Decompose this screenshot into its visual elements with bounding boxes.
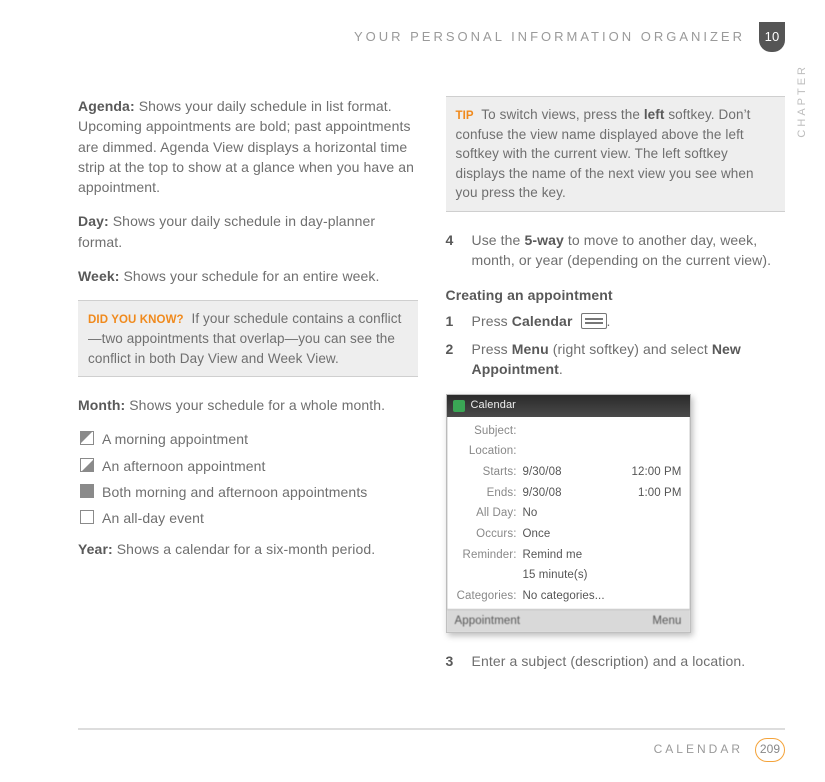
step-3-number: 3: [446, 651, 458, 671]
legend-allday-text: An all-day event: [102, 508, 204, 528]
chapter-number-badge: 10: [759, 22, 785, 52]
step-2-c: .: [559, 361, 563, 377]
step-1-bold: Calendar: [512, 313, 573, 329]
step-3-list: 3 Enter a subject (description) and a lo…: [446, 651, 786, 671]
step-1-text: Press Calendar .: [472, 311, 611, 331]
agenda-paragraph: Agenda: Shows your daily schedule in lis…: [78, 96, 418, 197]
right-column: TIP To switch views, press the left soft…: [446, 96, 786, 686]
tip-text-a: To switch views, press the: [478, 107, 644, 122]
device-screenshot: Calendar Subject: Location: Starts:9/30/…: [446, 394, 691, 634]
page-header: YOUR PERSONAL INFORMATION ORGANIZER 10: [78, 22, 785, 52]
footer-section: CALENDAR: [654, 741, 743, 758]
header-title: YOUR PERSONAL INFORMATION ORGANIZER: [354, 28, 745, 47]
week-paragraph: Week: Shows your schedule for an entire …: [78, 266, 418, 286]
chapter-label-vertical: CHAPTER: [795, 64, 811, 138]
step-4-list: 4 Use the 5-way to move to another day, …: [446, 230, 786, 271]
legend-morning-text: A morning appointment: [102, 429, 248, 449]
page-footer: CALENDAR 209: [78, 728, 785, 762]
step-4: 4 Use the 5-way to move to another day, …: [446, 230, 786, 271]
step-2-b: (right softkey) and select: [549, 341, 712, 357]
dev-ends-date: 9/30/08: [523, 485, 638, 502]
windows-flag-icon: [453, 400, 465, 412]
day-text: Shows your daily schedule in day-planner…: [78, 213, 375, 249]
step-2-number: 2: [446, 339, 458, 380]
calendar-icon: [581, 313, 607, 329]
day-label: Day:: [78, 213, 109, 229]
step-2-bold1: Menu: [512, 341, 549, 357]
did-you-know-tag: DID YOU KNOW?: [88, 314, 184, 326]
step-4-a: Use the: [472, 232, 525, 248]
device-title-text: Calendar: [471, 398, 516, 414]
month-label: Month:: [78, 397, 125, 413]
step-4-number: 4: [446, 230, 458, 271]
device-foot-left: Appointment: [455, 613, 521, 630]
dev-reminder-label: Reminder:: [455, 547, 523, 564]
creating-steps: 1 Press Calendar . 2 Press Menu (right s…: [446, 311, 786, 380]
dev-ends-time: 1:00 PM: [638, 485, 682, 502]
step-1-c: .: [607, 313, 611, 329]
step-4-bold: 5-way: [524, 232, 563, 248]
step-3: 3 Enter a subject (description) and a lo…: [446, 651, 786, 671]
did-you-know-callout: DID YOU KNOW? If your schedule contains …: [78, 300, 418, 377]
device-titlebar: Calendar: [447, 395, 690, 417]
dev-starts-label: Starts:: [455, 464, 523, 481]
week-text: Shows your schedule for an entire week.: [119, 268, 379, 284]
step-1-a: Press: [472, 313, 512, 329]
tip-bold: left: [644, 107, 665, 122]
dev-categories-val: No categories...: [523, 588, 682, 605]
page-number: 209: [755, 738, 785, 762]
dev-ends-label: Ends:: [455, 485, 523, 502]
afternoon-icon: [80, 458, 94, 472]
dev-allday-label: All Day:: [455, 505, 523, 522]
legend-both: Both morning and afternoon appointments: [80, 482, 418, 502]
tip-tag: TIP: [456, 110, 474, 122]
step-2-a: Press: [472, 341, 512, 357]
legend-both-text: Both morning and afternoon appointments: [102, 482, 367, 502]
legend-afternoon: An afternoon appointment: [80, 456, 418, 476]
step-1-b: [573, 313, 577, 329]
dev-reminder-minutes: 15 minute(s): [523, 567, 682, 584]
day-paragraph: Day: Shows your daily schedule in day-pl…: [78, 211, 418, 252]
dev-allday-val: No: [523, 505, 682, 522]
year-label: Year:: [78, 541, 113, 557]
device-foot-right: Menu: [652, 613, 681, 630]
dev-starts-date: 9/30/08: [523, 464, 632, 481]
creating-appointment-heading: Creating an appointment: [446, 285, 786, 305]
both-icon: [80, 484, 94, 498]
week-label: Week:: [78, 268, 119, 284]
legend-morning: A morning appointment: [80, 429, 418, 449]
left-column: Agenda: Shows your daily schedule in lis…: [78, 96, 418, 686]
dev-reminder-val: Remind me: [523, 547, 682, 564]
dev-subject-label: Subject:: [455, 423, 523, 440]
dev-occurs-label: Occurs:: [455, 526, 523, 543]
step-2: 2 Press Menu (right softkey) and select …: [446, 339, 786, 380]
morning-icon: [80, 431, 94, 445]
tip-callout: TIP To switch views, press the left soft…: [446, 96, 786, 212]
step-2-text: Press Menu (right softkey) and select Ne…: [472, 339, 786, 380]
dev-location-label: Location:: [455, 443, 523, 460]
step-4-text: Use the 5-way to move to another day, we…: [472, 230, 786, 271]
dev-occurs-val: Once: [523, 526, 682, 543]
device-footer: Appointment Menu: [447, 609, 690, 633]
allday-icon: [80, 510, 94, 524]
month-text: Shows your schedule for a whole month.: [125, 397, 385, 413]
dev-categories-label: Categories:: [455, 588, 523, 605]
step-1: 1 Press Calendar .: [446, 311, 786, 331]
device-body: Subject: Location: Starts:9/30/0812:00 P…: [447, 417, 690, 609]
dev-starts-time: 12:00 PM: [631, 464, 681, 481]
step-3-text: Enter a subject (description) and a loca…: [472, 651, 746, 671]
agenda-label: Agenda:: [78, 98, 135, 114]
year-paragraph: Year: Shows a calendar for a six-month p…: [78, 539, 418, 559]
step-1-number: 1: [446, 311, 458, 331]
year-text: Shows a calendar for a six-month period.: [113, 541, 375, 557]
legend-allday: An all-day event: [80, 508, 418, 528]
month-paragraph: Month: Shows your schedule for a whole m…: [78, 395, 418, 415]
legend-afternoon-text: An afternoon appointment: [102, 456, 266, 476]
